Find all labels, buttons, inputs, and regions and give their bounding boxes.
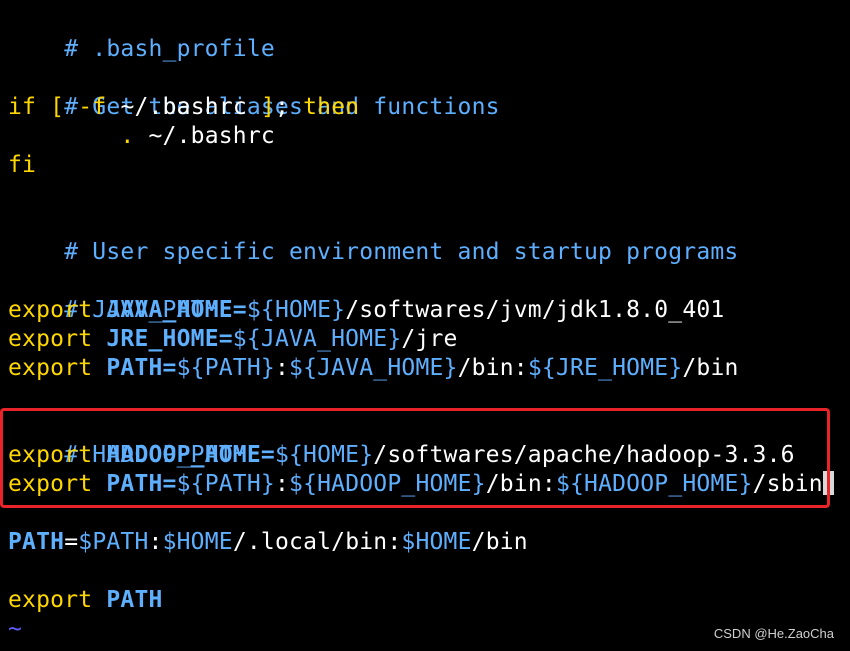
variable-sub: ${JAVA_HOME} bbox=[232, 326, 402, 352]
variable-sub: ${HADOOP_HOME} bbox=[289, 471, 486, 497]
code-line-16: export HADOOP_HOME=${HOME}/softwares/apa… bbox=[8, 441, 850, 470]
variable-assign: PATH= bbox=[106, 355, 177, 381]
semicolon: ; bbox=[275, 94, 304, 120]
source-dot: . bbox=[120, 123, 135, 149]
variable-sub: $PATH bbox=[78, 529, 149, 555]
path-text: ~/.bashrc bbox=[134, 123, 275, 149]
empty-line-tilde: ~ bbox=[8, 616, 23, 642]
keyword-if: if bbox=[8, 94, 37, 120]
code-line-12: export JRE_HOME=${JAVA_HOME}/jre bbox=[8, 325, 850, 354]
vim-editor[interactable]: # .bash_profile # Get the aliases and fu… bbox=[8, 6, 850, 644]
code-line-8: # User specific environment and startup … bbox=[8, 209, 850, 265]
path-text: /softwares/jvm/jdk1.8.0_401 bbox=[345, 297, 725, 323]
variable-sub: $HOME bbox=[162, 529, 233, 555]
variable-name: PATH bbox=[8, 529, 65, 555]
variable-sub: ${JRE_HOME} bbox=[527, 355, 683, 381]
keyword-export: export bbox=[8, 442, 93, 468]
variable-sub: ${PATH} bbox=[176, 471, 275, 497]
keyword-export: export bbox=[8, 471, 93, 497]
watermark: CSDN @He.ZaoCha bbox=[713, 626, 834, 641]
code-line-10: # JAVA_PATH bbox=[8, 267, 850, 323]
code-line-5: . ~/.bashrc bbox=[8, 122, 850, 151]
test-flag: -f bbox=[78, 94, 107, 120]
path-text: ~/.bashrc bbox=[106, 94, 261, 120]
path-text: /jre bbox=[401, 326, 458, 352]
variable-sub: ${JAVA_HOME} bbox=[289, 355, 458, 381]
keyword-export: export bbox=[8, 587, 93, 613]
variable-assign: JRE_HOME= bbox=[106, 326, 233, 352]
comment: # .bash_profile bbox=[64, 36, 275, 62]
comment: # User specific environment and startup … bbox=[64, 239, 739, 265]
variable-sub: ${HADOOP_HOME} bbox=[555, 471, 753, 497]
path-text: /bin bbox=[682, 355, 739, 381]
code-line-13: export PATH=${PATH}:${JAVA_HOME}/bin:${J… bbox=[8, 354, 850, 383]
variable-sub: ${PATH} bbox=[176, 355, 275, 381]
variable-sub: ${HOME} bbox=[274, 442, 374, 468]
text-cursor bbox=[822, 471, 834, 495]
keyword-export: export bbox=[8, 297, 93, 323]
code-line-7-empty bbox=[8, 180, 850, 209]
code-line-6: fi bbox=[8, 151, 850, 180]
path-text: /softwares/apache/hadoop-3.3.6 bbox=[373, 442, 795, 468]
path-text: /sbin bbox=[752, 471, 823, 497]
variable-sub: $HOME bbox=[401, 529, 472, 555]
code-line-19: PATH=$PATH:$HOME/.local/bin:$HOME/bin bbox=[8, 528, 850, 557]
separator: : bbox=[148, 529, 163, 555]
variable-name: PATH bbox=[106, 587, 163, 613]
path-text: /.local/bin: bbox=[232, 529, 402, 555]
code-line-11: export JAVA_HOME=${HOME}/softwares/jvm/j… bbox=[8, 296, 850, 325]
variable-assign: PATH= bbox=[106, 471, 177, 497]
variable-assign: HADOOP_HOME= bbox=[106, 442, 275, 468]
code-line-20-empty bbox=[8, 557, 850, 586]
bracket-open: [ bbox=[50, 94, 65, 120]
equals: = bbox=[64, 529, 79, 555]
code-line-21: export PATH bbox=[8, 586, 850, 615]
keyword-export: export bbox=[8, 326, 93, 352]
keyword-then: then bbox=[303, 94, 360, 120]
separator: : bbox=[274, 355, 290, 381]
separator: : bbox=[274, 471, 290, 497]
variable-sub: ${HOME} bbox=[246, 297, 346, 323]
code-line-15: # HADOOP_PATH bbox=[8, 412, 850, 468]
path-text: /bin: bbox=[457, 355, 528, 381]
path-text: /bin bbox=[471, 529, 528, 555]
code-line-18-empty bbox=[8, 499, 850, 528]
code-line-3: # Get the aliases and functions bbox=[8, 64, 850, 120]
code-line-14-empty bbox=[8, 383, 850, 412]
variable-assign: JAVA_HOME= bbox=[106, 297, 247, 323]
bracket-close: ] bbox=[260, 94, 275, 120]
code-line-1: # .bash_profile bbox=[8, 6, 850, 62]
keyword-fi: fi bbox=[8, 152, 37, 178]
code-line-17: export PATH=${PATH}:${HADOOP_HOME}/bin:$… bbox=[8, 470, 850, 499]
path-text: /bin: bbox=[485, 471, 556, 497]
keyword-export: export bbox=[8, 355, 93, 381]
